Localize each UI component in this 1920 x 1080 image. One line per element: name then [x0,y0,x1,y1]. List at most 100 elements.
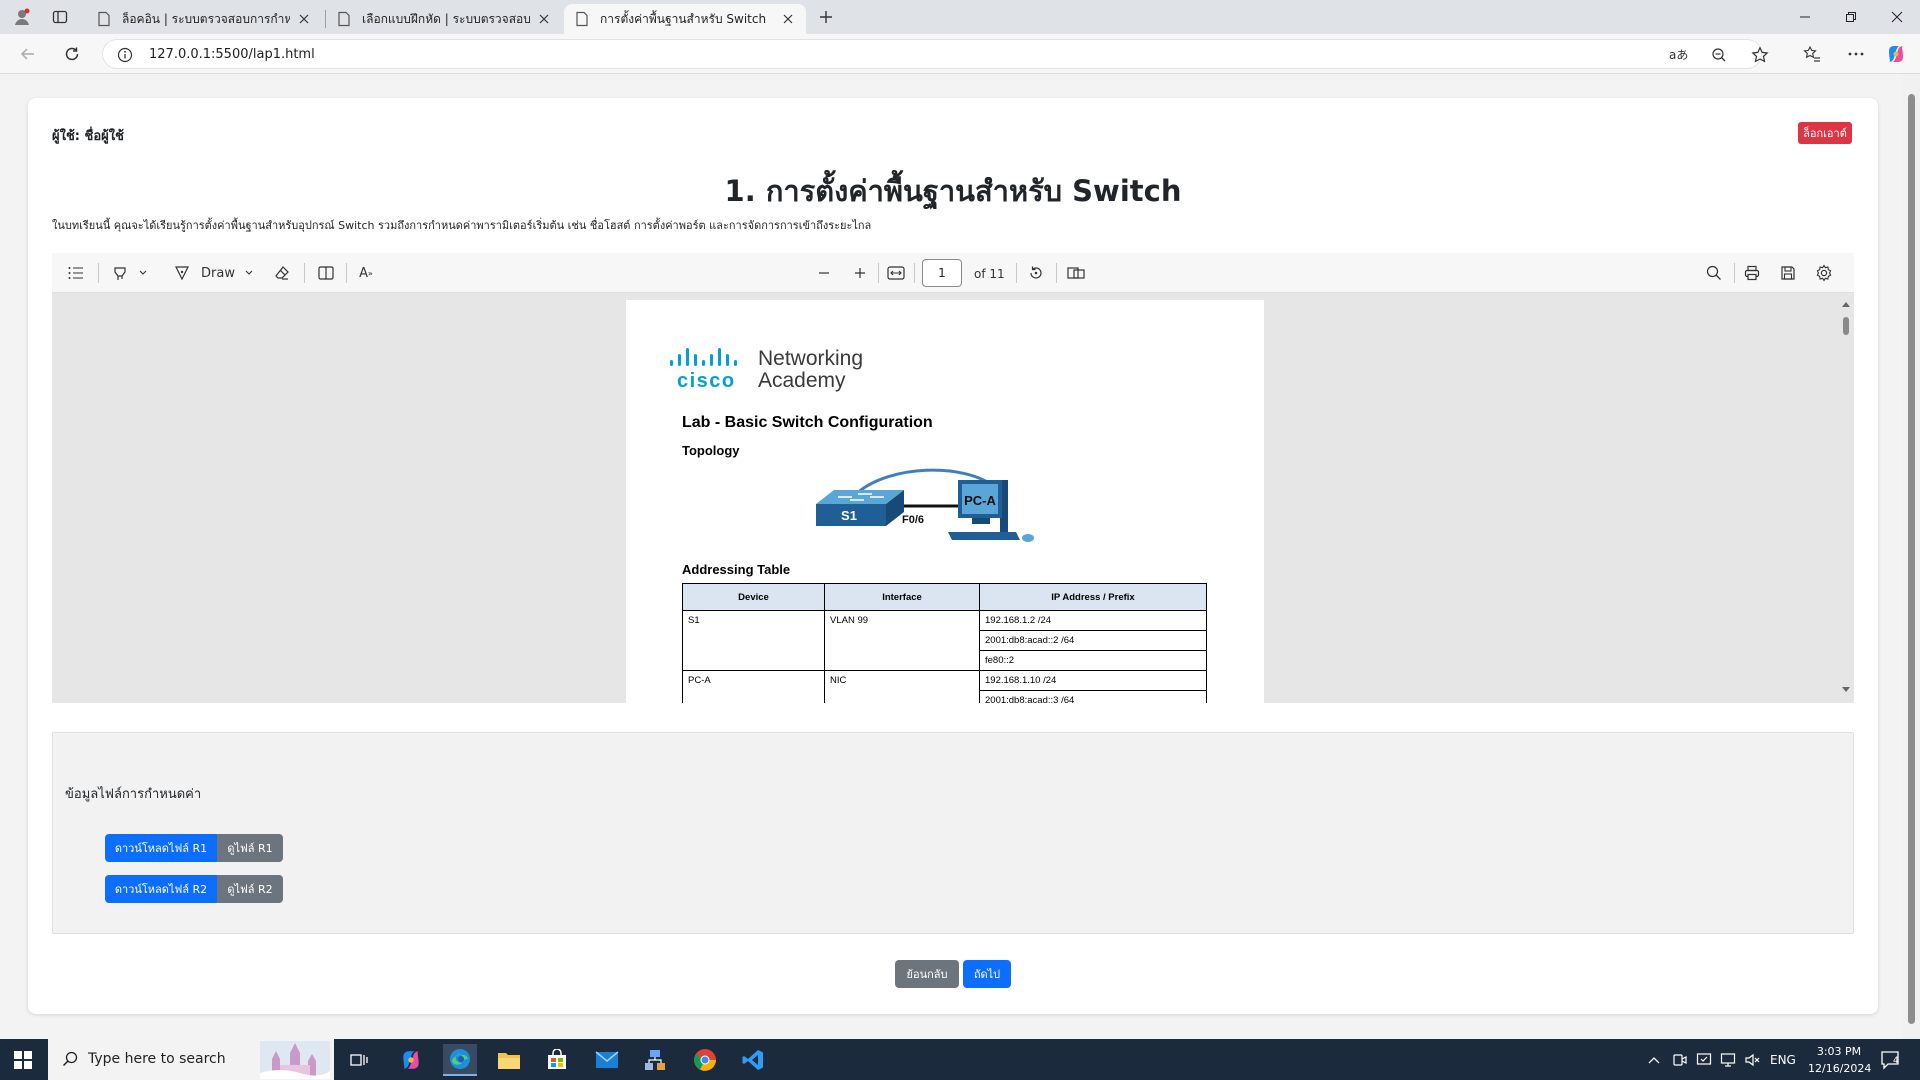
page-title: 1. การตั้งค่าพื้นฐานสำหรับ Switch [724,174,1182,208]
download-r1-button[interactable]: ดาวน์โหลดไฟล์ R1 [105,834,217,862]
tab-title: การตั้งค่าพื้นฐานสำหรับ Switch [600,11,767,26]
table-cell: NIC [824,670,980,703]
scroll-up-icon[interactable] [1842,301,1850,307]
system-clock[interactable]: 3:03 PM 12/16/2024 [1808,1043,1871,1077]
favorites-icon[interactable] [1798,40,1826,68]
chevron-down-icon[interactable] [136,261,150,285]
info-icon[interactable] [117,47,133,63]
switch-icon: S1 [816,490,904,526]
tab-login[interactable]: ล็อคอิน | ระบบตรวจสอบการกำหนดค่าเราเตอร์ [86,4,322,34]
input-language[interactable]: ENG [1770,1039,1796,1080]
copilot-icon[interactable] [394,1044,428,1076]
mail-icon[interactable] [590,1044,624,1076]
search-icon[interactable] [1702,261,1726,285]
eraser-icon[interactable] [270,261,294,285]
cisco-word: cisco [677,370,736,392]
back-button[interactable]: ย้อนกลับ [895,960,959,988]
network-app-icon[interactable] [638,1044,672,1076]
pc-label: PC-A [964,493,996,508]
view-r2-button[interactable]: ดูไฟล์ R2 [217,875,283,903]
page-view-icon[interactable] [314,261,338,285]
tray-overflow-icon[interactable] [1648,1039,1660,1080]
rotate-icon[interactable] [1024,261,1048,285]
new-tab-icon[interactable] [814,5,838,29]
more-menu-icon[interactable] [1842,40,1870,68]
tab-actions-icon[interactable] [48,5,72,29]
logo-networking: Networking [758,347,863,370]
close-icon[interactable] [780,11,796,27]
zoom-in-icon[interactable] [848,261,872,285]
settings-gear-icon[interactable] [1812,261,1836,285]
address-bar-row: 127.0.0.1:5500/lap1.html aあ [0,34,1920,74]
zoom-out-icon[interactable] [1711,47,1727,63]
copilot-icon[interactable] [1882,40,1910,68]
read-aloud-icon[interactable]: A» [354,261,378,285]
task-view-icon[interactable] [342,1044,376,1076]
page-icon [338,11,350,27]
tab-title: ล็อคอิน | ระบบตรวจสอบการกำหนดค่าเราเตอร์ [122,11,290,26]
tab-exercise-select[interactable]: เลือกแบบฝึกหัด | ระบบตรวจสอบการกำหนดค่าเ… [326,4,562,34]
zoom-out-icon[interactable] [812,261,836,285]
table-cell: 192.168.1.2 /24 [979,610,1207,631]
volume-muted-icon[interactable] [1744,1039,1760,1080]
highlight-icon[interactable] [108,261,132,285]
table-cell: fe80::2 [979,650,1207,671]
table-row: S1 VLAN 99 192.168.1.2 /24 [682,610,1207,671]
config-heading: ข้อมูลไฟล์การกำหนดค่า [65,787,202,802]
search-icon [62,1051,78,1067]
close-window-icon[interactable] [1874,0,1920,34]
logout-button[interactable]: ล็อกเอาต์ [1798,122,1852,144]
taskbar-search[interactable]: Type here to search [48,1039,334,1080]
minimize-icon[interactable] [1782,0,1828,34]
page-icon [98,11,110,27]
windows-taskbar: Type here to search ENG 3:03 PM 12/16/20… [0,1039,1920,1080]
fit-width-icon[interactable] [884,261,908,285]
table-cell: VLAN 99 [824,610,980,671]
draw-label[interactable]: Draw [198,261,238,285]
back-arrow-icon[interactable] [14,40,42,68]
addressing-table: Device Interface IP Address / Prefix S1 … [682,583,1207,703]
favorite-star-icon[interactable] [1751,46,1769,64]
next-button[interactable]: ถัดไป [963,960,1011,988]
chevron-down-icon[interactable] [242,261,256,285]
download-r2-button[interactable]: ดาวน์โหลดไฟล์ R2 [105,875,217,903]
page-description: ในบทเรียนนี้ คุณจะได้เรียนรู้การตั้งค่าพ… [52,219,872,232]
two-page-view-icon[interactable] [1064,261,1088,285]
save-icon[interactable] [1776,261,1800,285]
security-icon[interactable] [1696,1039,1712,1080]
pdf-scrollbar[interactable] [1838,293,1854,703]
pdf-toolbar: Draw A» 1 of 11 [52,253,1854,293]
page-number-input[interactable]: 1 [922,259,962,287]
tab-switch-basics[interactable]: การตั้งค่าพื้นฐานสำหรับ Switch [564,4,806,34]
profile-icon[interactable] [10,5,34,29]
read-aloud-icon[interactable]: aあ [1669,46,1688,63]
table-cell: 2001:db8:acad::2 /64 [979,630,1207,651]
print-icon[interactable] [1740,261,1764,285]
winter-castle-icon [260,1041,330,1079]
table-row: PC-A NIC 192.168.1.10 /24 [682,670,1207,703]
table-of-contents-icon[interactable] [64,261,88,285]
scroll-down-icon[interactable] [1842,687,1850,693]
table-header: IP Address / Prefix [979,583,1207,611]
file-explorer-icon[interactable] [492,1044,526,1076]
meet-now-icon[interactable] [1672,1039,1688,1080]
windows-start-icon[interactable] [6,1044,40,1076]
store-icon[interactable] [540,1044,574,1076]
chrome-icon[interactable] [688,1044,722,1076]
vscode-icon[interactable] [736,1044,770,1076]
notification-icon[interactable]: 4 [1880,1039,1902,1080]
close-icon[interactable] [536,11,552,27]
network-icon[interactable] [1720,1039,1736,1080]
table-cell: PC-A [682,670,825,703]
url-field[interactable]: 127.0.0.1:5500/lap1.html aあ [102,39,1769,69]
page-scrollbar[interactable] [1903,74,1920,1039]
logo-academy: Academy [758,369,846,392]
restore-icon[interactable] [1828,0,1874,34]
config-files-section: ข้อมูลไฟล์การกำหนดค่า ดาวน์โหลดไฟล์ R1 ด… [52,732,1854,934]
reload-icon[interactable] [58,40,86,68]
draw-pen-icon[interactable] [170,261,194,285]
close-icon[interactable] [296,11,312,27]
view-r1-button[interactable]: ดูไฟล์ R1 [217,834,283,862]
edge-browser-icon[interactable] [443,1044,477,1076]
addressing-table-heading: Addressing Table [682,562,791,577]
